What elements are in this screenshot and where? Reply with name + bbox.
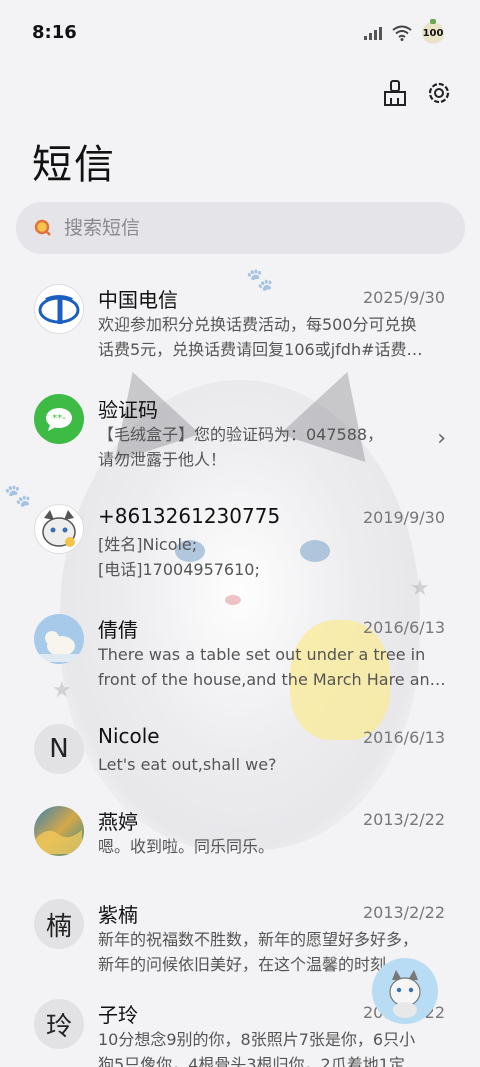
- wifi-icon: [392, 25, 412, 41]
- conversation-preview: Let's eat out,shall we?: [98, 752, 448, 777]
- status-time: 8:16: [32, 22, 77, 43]
- conversation-date: 2016/6/13: [362, 728, 445, 747]
- conversation-preview: 【毛绒盒子】您的验证码为：047588， 请勿泄露于他人！: [98, 422, 448, 472]
- cat-avatar-icon: [42, 510, 76, 547]
- search-icon: [34, 219, 51, 236]
- polar-bear-avatar: [34, 614, 84, 664]
- letter-avatar: N: [34, 724, 84, 774]
- conversation-preview: 欢迎参加积分兑换话费活动，每500分可兑换 话费5元，兑换话费请回复106或jf…: [98, 312, 448, 362]
- preview-line: front of the house,and the March Hare an…: [98, 670, 446, 689]
- chevron-right-icon: ›: [437, 426, 446, 451]
- china-telecom-logo-icon: [38, 295, 80, 324]
- preview-line: 欢迎参加积分兑换话费活动，每500分可兑换: [98, 315, 417, 334]
- preview-line: Let's eat out,shall we?: [98, 755, 277, 774]
- settings-icon: [428, 82, 450, 104]
- preview-line: [姓名]Nicole;: [98, 535, 198, 554]
- letter-avatar: 玲: [34, 999, 84, 1049]
- conversation-item[interactable]: +8613261230775 2019/9/30 [姓名]Nicole; [电话…: [0, 490, 480, 600]
- landscape-photo-icon: [36, 830, 82, 854]
- conversation-name: 子玲: [98, 1003, 138, 1027]
- preview-line: There was a table set out under a tree i…: [98, 645, 426, 664]
- preview-line: 请勿泄露于他人！: [98, 450, 227, 469]
- settings-button[interactable]: [424, 78, 454, 108]
- svg-text:**-: **-: [52, 413, 66, 424]
- preview-line: 10分想念9别的你，8张照片7张是你，6只小: [98, 1030, 416, 1049]
- toolbar: [380, 78, 454, 108]
- conversation-item[interactable]: **- 验证码 【毛绒盒子】您的验证码为：047588， 请勿泄露于他人！ ›: [0, 380, 480, 490]
- verification-avatar: **-: [34, 394, 84, 444]
- preview-line: 话费5元，兑换话费请回复106或jfdh#话费…: [98, 340, 423, 359]
- preview-line: 狗5只像你，4根骨头3根归你，2爪着地1定…: [98, 1055, 421, 1067]
- status-bar: 8:16 100: [0, 0, 480, 68]
- preview-line: 新年的祝福数不胜数，新年的愿望好多好多，: [98, 930, 419, 949]
- conversation-item[interactable]: 倩倩 2016/6/13 There was a table set out u…: [0, 600, 480, 710]
- conversation-date: 2019/9/30: [362, 508, 445, 527]
- preview-line: 嗯。收到啦。同乐同乐。: [98, 837, 275, 856]
- new-message-button[interactable]: [372, 958, 438, 1024]
- conversation-item[interactable]: N Nicole 2016/6/13 Let's eat out,shall w…: [0, 710, 480, 790]
- conversation-name: +8613261230775: [98, 504, 281, 528]
- cat-fab-icon: [389, 970, 421, 1018]
- cat-avatar: [34, 504, 84, 554]
- conversation-name: 倩倩: [98, 618, 138, 642]
- conversation-name: 验证码: [98, 398, 158, 422]
- brush-icon: [384, 80, 406, 106]
- signal-icon: [364, 26, 382, 40]
- sms-bubble-icon: **-: [46, 408, 72, 431]
- polar-bear-icon: [36, 631, 82, 662]
- battery-indicator: 100: [422, 19, 444, 44]
- conversation-item[interactable]: 中国电信 2025/9/30 欢迎参加积分兑换话费活动，每500分可兑换 话费5…: [0, 270, 480, 380]
- brush-button[interactable]: [380, 78, 410, 108]
- conversation-list: 中国电信 2025/9/30 欢迎参加积分兑换话费活动，每500分可兑换 话费5…: [0, 270, 480, 1067]
- search-bar[interactable]: [16, 202, 465, 254]
- conversation-name: Nicole: [98, 724, 160, 748]
- conversation-item[interactable]: 燕婷 2013/2/22 嗯。收到啦。同乐同乐。: [0, 792, 480, 885]
- conversation-name: 燕婷: [98, 810, 138, 834]
- conversation-date: 2025/9/30: [362, 288, 445, 307]
- letter-avatar: 楠: [34, 899, 84, 949]
- conversation-preview: [姓名]Nicole; [电话]17004957610;: [98, 532, 448, 582]
- conversation-date: 2016/6/13: [362, 618, 445, 637]
- search-input[interactable]: [64, 217, 424, 239]
- china-telecom-avatar: [34, 284, 84, 334]
- conversation-date: 2013/2/22: [362, 810, 445, 829]
- conversation-preview: There was a table set out under a tree i…: [98, 642, 448, 692]
- conversation-name: 紫楠: [98, 903, 138, 927]
- page-title: 短信: [32, 142, 116, 188]
- landscape-avatar: [34, 806, 84, 856]
- preview-line: 【毛绒盒子】您的验证码为：047588，: [98, 425, 384, 444]
- conversation-preview: 嗯。收到啦。同乐同乐。: [98, 834, 448, 859]
- preview-line: [电话]17004957610;: [98, 560, 260, 579]
- status-icons: 100: [364, 19, 444, 44]
- conversation-preview: 10分想念9别的你，8张照片7张是你，6只小 狗5只像你，4根骨头3根归你，2爪…: [98, 1027, 448, 1067]
- conversation-date: 2013/2/22: [362, 903, 445, 922]
- conversation-name: 中国电信: [98, 288, 178, 312]
